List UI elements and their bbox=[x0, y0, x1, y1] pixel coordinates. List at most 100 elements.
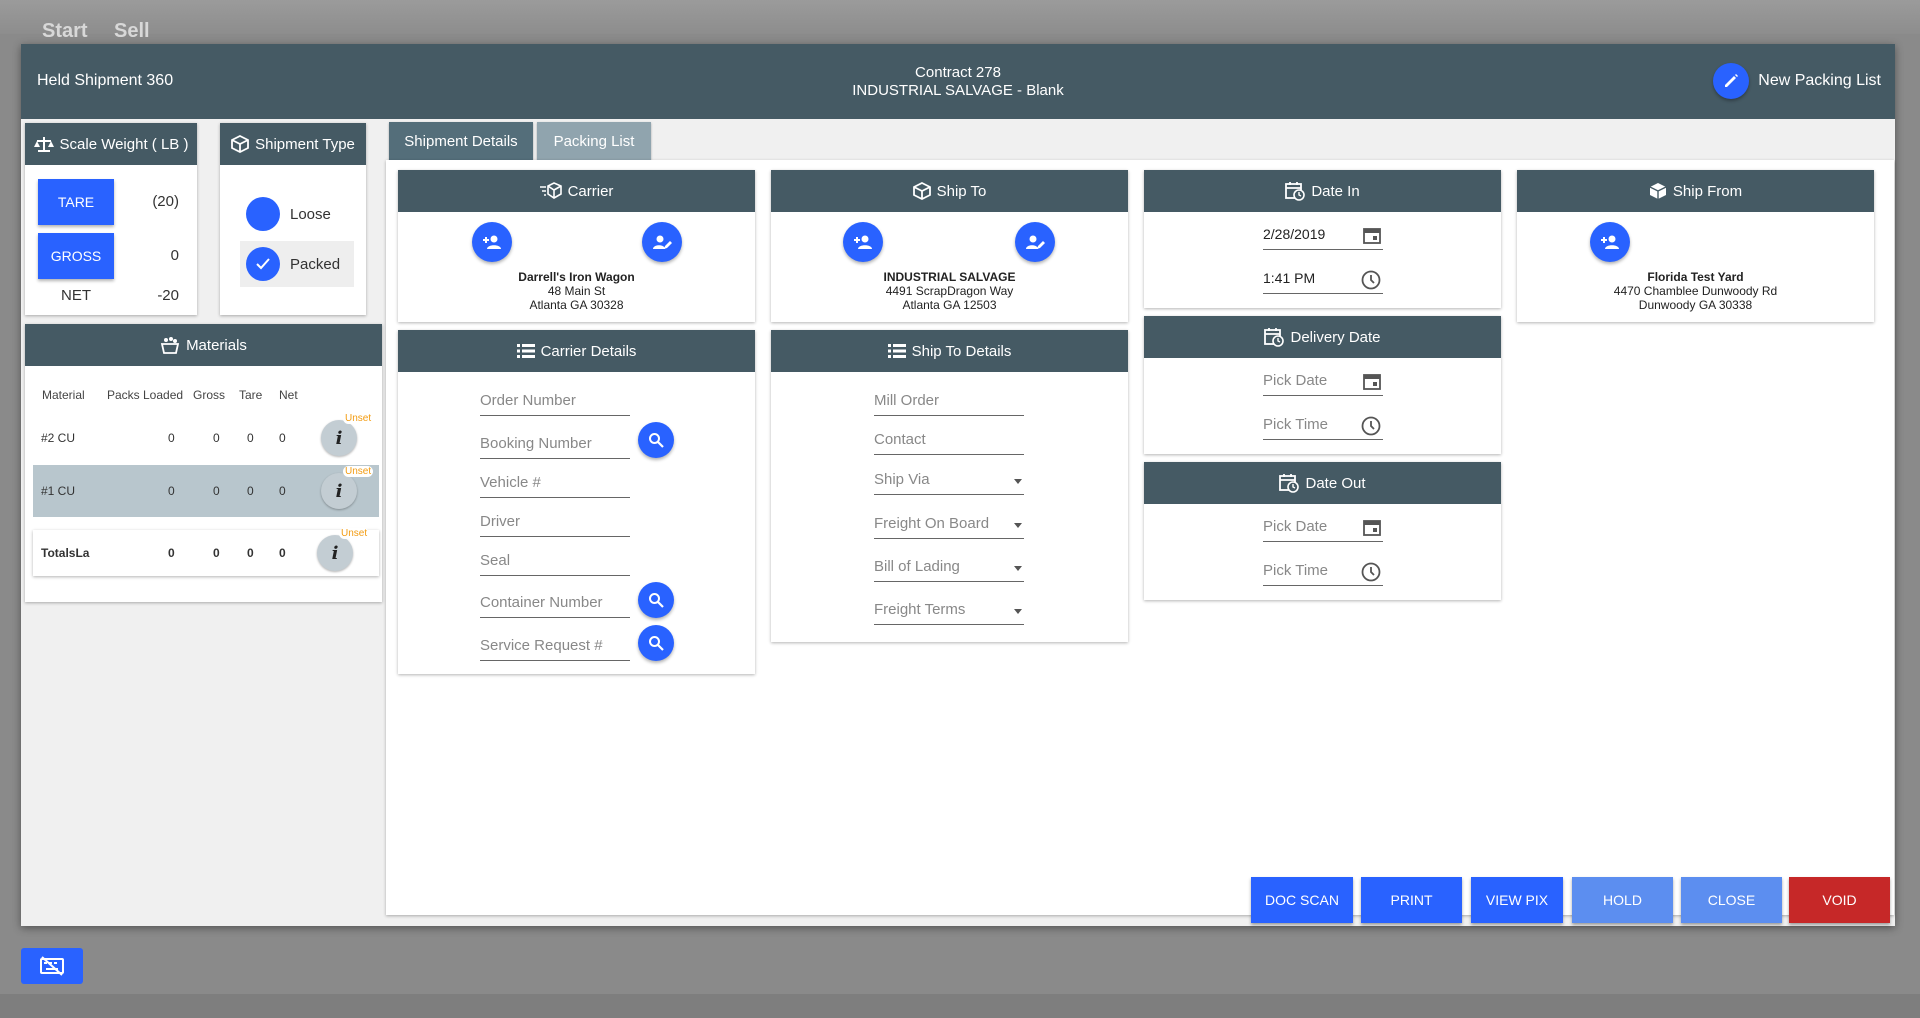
delivery-time-placeholder: Pick Time bbox=[1263, 416, 1329, 433]
carrier-header: Carrier bbox=[398, 170, 755, 212]
unset-badge: Unset bbox=[343, 466, 374, 477]
contact-field[interactable]: Contact bbox=[874, 425, 1024, 455]
tab-packing-list[interactable]: Packing List bbox=[537, 122, 651, 160]
container-search-button[interactable] bbox=[638, 582, 674, 618]
freight-terms-label: Freight Terms bbox=[874, 601, 966, 618]
date-out-date-field[interactable]: Pick Date bbox=[1263, 512, 1383, 542]
scale-weight-header: Scale Weight ( LB ) bbox=[25, 123, 197, 165]
void-button[interactable]: VOID bbox=[1789, 877, 1890, 923]
net-value: -20 bbox=[157, 287, 179, 304]
doc-scan-button[interactable]: DOC SCAN bbox=[1251, 877, 1353, 923]
delivery-date-field[interactable]: Pick Date bbox=[1263, 366, 1383, 396]
mill-order-field[interactable]: Mill Order bbox=[874, 386, 1024, 416]
carrier-address-line1: 48 Main St bbox=[547, 284, 606, 298]
order-number-field[interactable]: Order Number bbox=[480, 386, 630, 416]
box-icon bbox=[231, 135, 249, 153]
radio-packed[interactable]: Packed bbox=[240, 241, 354, 287]
date-in-date-field[interactable]: 2/28/2019 bbox=[1263, 220, 1383, 250]
add-ship-from-button[interactable] bbox=[1590, 222, 1630, 262]
bill-of-lading-label: Bill of Lading bbox=[874, 558, 960, 575]
calendar-icon bbox=[1363, 520, 1381, 536]
truck-box-icon bbox=[539, 182, 562, 199]
add-person-icon bbox=[483, 235, 501, 249]
date-in-title: Date In bbox=[1311, 182, 1360, 200]
table-row[interactable]: #1 CU 0 0 0 0 i Unset bbox=[33, 465, 379, 517]
gross-button[interactable]: GROSS bbox=[38, 233, 114, 279]
net-total: 0 bbox=[279, 546, 286, 560]
ship-from-header: Ship From bbox=[1517, 170, 1874, 212]
delivery-date-header: Delivery Date bbox=[1144, 316, 1501, 358]
new-packing-list-button[interactable]: New Packing List bbox=[1713, 63, 1881, 99]
vehicle-number-field[interactable]: Vehicle # bbox=[480, 468, 630, 498]
search-icon bbox=[649, 636, 664, 651]
clock-icon bbox=[1361, 270, 1381, 290]
tare-value: 0 bbox=[247, 431, 254, 445]
packs-value: 0 bbox=[168, 431, 175, 445]
materials-title: Materials bbox=[186, 336, 247, 354]
ship-from-name-block: Florida Test Yard 4470 Chamblee Dunwoody… bbox=[1517, 270, 1874, 312]
radio-loose-label: Loose bbox=[290, 205, 331, 223]
date-in-card: Date In 2/28/2019 1:41 PM bbox=[1144, 170, 1501, 308]
add-ship-to-button[interactable] bbox=[843, 222, 883, 262]
freight-terms-select[interactable]: Freight Terms bbox=[874, 595, 1024, 625]
close-button[interactable]: CLOSE bbox=[1681, 877, 1782, 923]
print-button[interactable]: PRINT bbox=[1361, 877, 1462, 923]
bill-of-lading-select[interactable]: Bill of Lading bbox=[874, 552, 1024, 582]
info-icon[interactable]: i bbox=[321, 473, 357, 509]
net-label: NET bbox=[61, 287, 91, 304]
tare-value: 0 bbox=[247, 484, 254, 498]
driver-field[interactable]: Driver bbox=[480, 507, 630, 537]
table-row[interactable]: #2 CU 0 0 0 0 i Unset bbox=[33, 412, 379, 464]
calendar-clock-icon bbox=[1285, 182, 1306, 201]
tab-shipment-details[interactable]: Shipment Details bbox=[389, 122, 533, 160]
net-value: 0 bbox=[279, 431, 286, 445]
calendar-icon bbox=[1363, 374, 1381, 390]
container-number-field[interactable]: Container Number bbox=[480, 588, 630, 618]
edit-carrier-button[interactable] bbox=[642, 222, 682, 262]
service-request-field[interactable]: Service Request # bbox=[480, 631, 630, 661]
dropdown-arrow-icon bbox=[1014, 523, 1022, 528]
info-icon[interactable]: i bbox=[321, 420, 357, 456]
shipment-type-header: Shipment Type bbox=[220, 123, 366, 165]
view-pix-button[interactable]: VIEW PIX bbox=[1471, 877, 1563, 923]
date-in-date-value: 2/28/2019 bbox=[1263, 226, 1326, 242]
edit-ship-to-button[interactable] bbox=[1015, 222, 1055, 262]
materials-card: Materials Material Packs Loaded Gross Ta… bbox=[25, 324, 382, 602]
date-out-header: Date Out bbox=[1144, 462, 1501, 504]
dropdown-arrow-icon bbox=[1014, 609, 1022, 614]
booking-number-field[interactable]: Booking Number bbox=[480, 429, 630, 459]
col-tare: Tare bbox=[239, 388, 263, 402]
totals-label: TotalsLa bbox=[41, 546, 90, 560]
shipment-type-card: Shipment Type Loose Packed bbox=[220, 123, 366, 315]
freight-on-board-select[interactable]: Freight On Board bbox=[874, 509, 1024, 539]
date-out-time-field[interactable]: Pick Time bbox=[1263, 556, 1383, 586]
seal-field[interactable]: Seal bbox=[480, 546, 630, 576]
gross-value: 0 bbox=[213, 484, 220, 498]
tare-total: 0 bbox=[247, 546, 254, 560]
packs-value: 0 bbox=[168, 484, 175, 498]
info-icon[interactable]: i bbox=[317, 535, 353, 571]
date-out-title: Date Out bbox=[1305, 474, 1366, 492]
box-icon bbox=[1649, 183, 1667, 199]
date-in-time-field[interactable]: 1:41 PM bbox=[1263, 264, 1383, 294]
delivery-time-field[interactable]: Pick Time bbox=[1263, 410, 1383, 440]
calendar-clock-icon bbox=[1264, 328, 1285, 347]
radio-loose[interactable]: Loose bbox=[246, 197, 331, 231]
delivery-date-card: Delivery Date Pick Date Pick Time bbox=[1144, 316, 1501, 454]
radio-circle-icon bbox=[246, 197, 280, 231]
keyboard-toggle-button[interactable] bbox=[21, 948, 83, 984]
hold-button[interactable]: HOLD bbox=[1572, 877, 1673, 923]
background-menu-sell: Sell bbox=[114, 20, 150, 42]
ship-to-address-line1: 4491 ScrapDragon Way bbox=[885, 284, 1014, 298]
carrier-name-block: Darrell's Iron Wagon 48 Main St Atlanta … bbox=[398, 270, 755, 312]
service-request-search-button[interactable] bbox=[638, 625, 674, 661]
ship-to-title: Ship To bbox=[936, 182, 987, 200]
delivery-date-placeholder: Pick Date bbox=[1263, 372, 1328, 389]
ship-via-select[interactable]: Ship Via bbox=[874, 465, 1024, 495]
carrier-details-card: Carrier Details Order Number Booking Num… bbox=[398, 330, 755, 674]
add-carrier-button[interactable] bbox=[472, 222, 512, 262]
booking-search-button[interactable] bbox=[638, 422, 674, 458]
pencil-icon bbox=[1713, 63, 1750, 99]
tare-button[interactable]: TARE bbox=[38, 179, 114, 225]
col-net: Net bbox=[279, 388, 298, 402]
